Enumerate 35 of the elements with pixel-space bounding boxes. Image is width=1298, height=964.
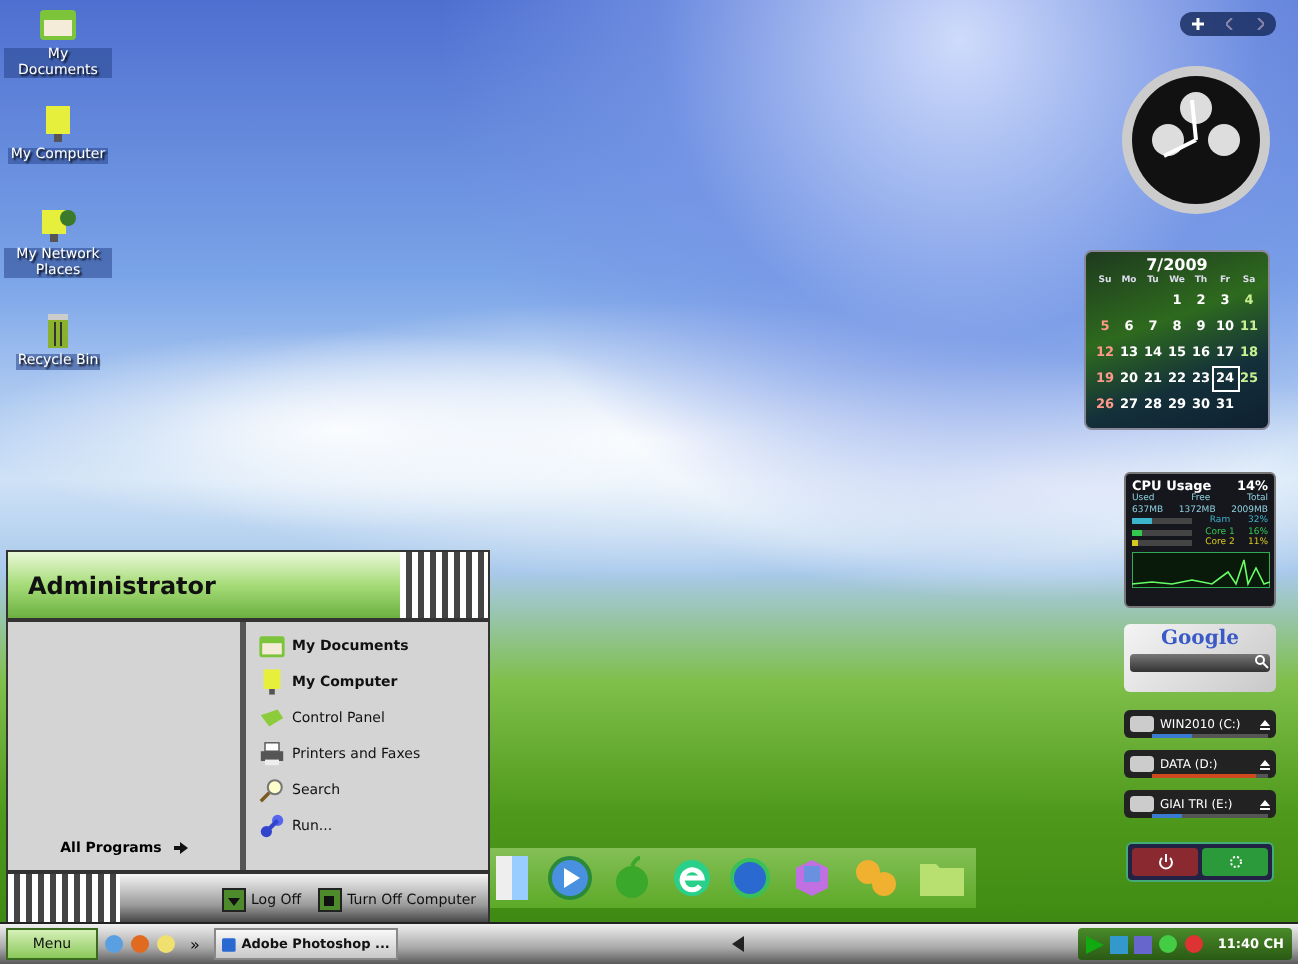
hard-drive-icon: [1130, 716, 1154, 732]
monitor-icon: [258, 668, 286, 696]
folder-icon: [258, 632, 286, 660]
search-icon[interactable]: [1254, 654, 1270, 670]
hard-drive-icon: [1130, 756, 1154, 772]
cpu-graph: [1132, 551, 1270, 587]
search-logo: Google: [1160, 628, 1240, 650]
user-name: Administrator: [28, 571, 216, 599]
left-arrow-icon[interactable]: [731, 936, 744, 952]
plus-icon[interactable]: [1191, 18, 1204, 30]
control-panel-icon: [258, 704, 286, 732]
grille-decoration: [400, 552, 488, 618]
power-icon: [1157, 854, 1173, 870]
folder-icon[interactable]: [918, 858, 967, 898]
eject-icon[interactable]: [1260, 759, 1270, 769]
search-icon: [258, 776, 286, 804]
shutdown-button[interactable]: [1132, 848, 1198, 876]
hard-drive-icon: [1130, 796, 1154, 812]
globe-icon[interactable]: [730, 858, 771, 898]
calendar-month: 7/2009: [1146, 256, 1208, 274]
app-icon: [221, 935, 236, 953]
apple-icon[interactable]: [611, 856, 652, 900]
eject-icon[interactable]: [1260, 799, 1270, 809]
arrow-right-icon: [173, 842, 188, 854]
square-icon: [324, 895, 335, 905]
more-icons-chevron[interactable]: »: [190, 935, 200, 953]
grille-decoration: [8, 874, 120, 922]
eject-icon[interactable]: [1260, 719, 1270, 729]
restart-button[interactable]: [1202, 848, 1268, 876]
run-icon: [258, 812, 286, 840]
printer-icon: [258, 740, 286, 768]
folder-icon: [38, 4, 78, 44]
letter-e-icon[interactable]: [671, 858, 712, 898]
arrow-down-icon: [227, 894, 240, 906]
search-field[interactable]: [1130, 654, 1270, 672]
